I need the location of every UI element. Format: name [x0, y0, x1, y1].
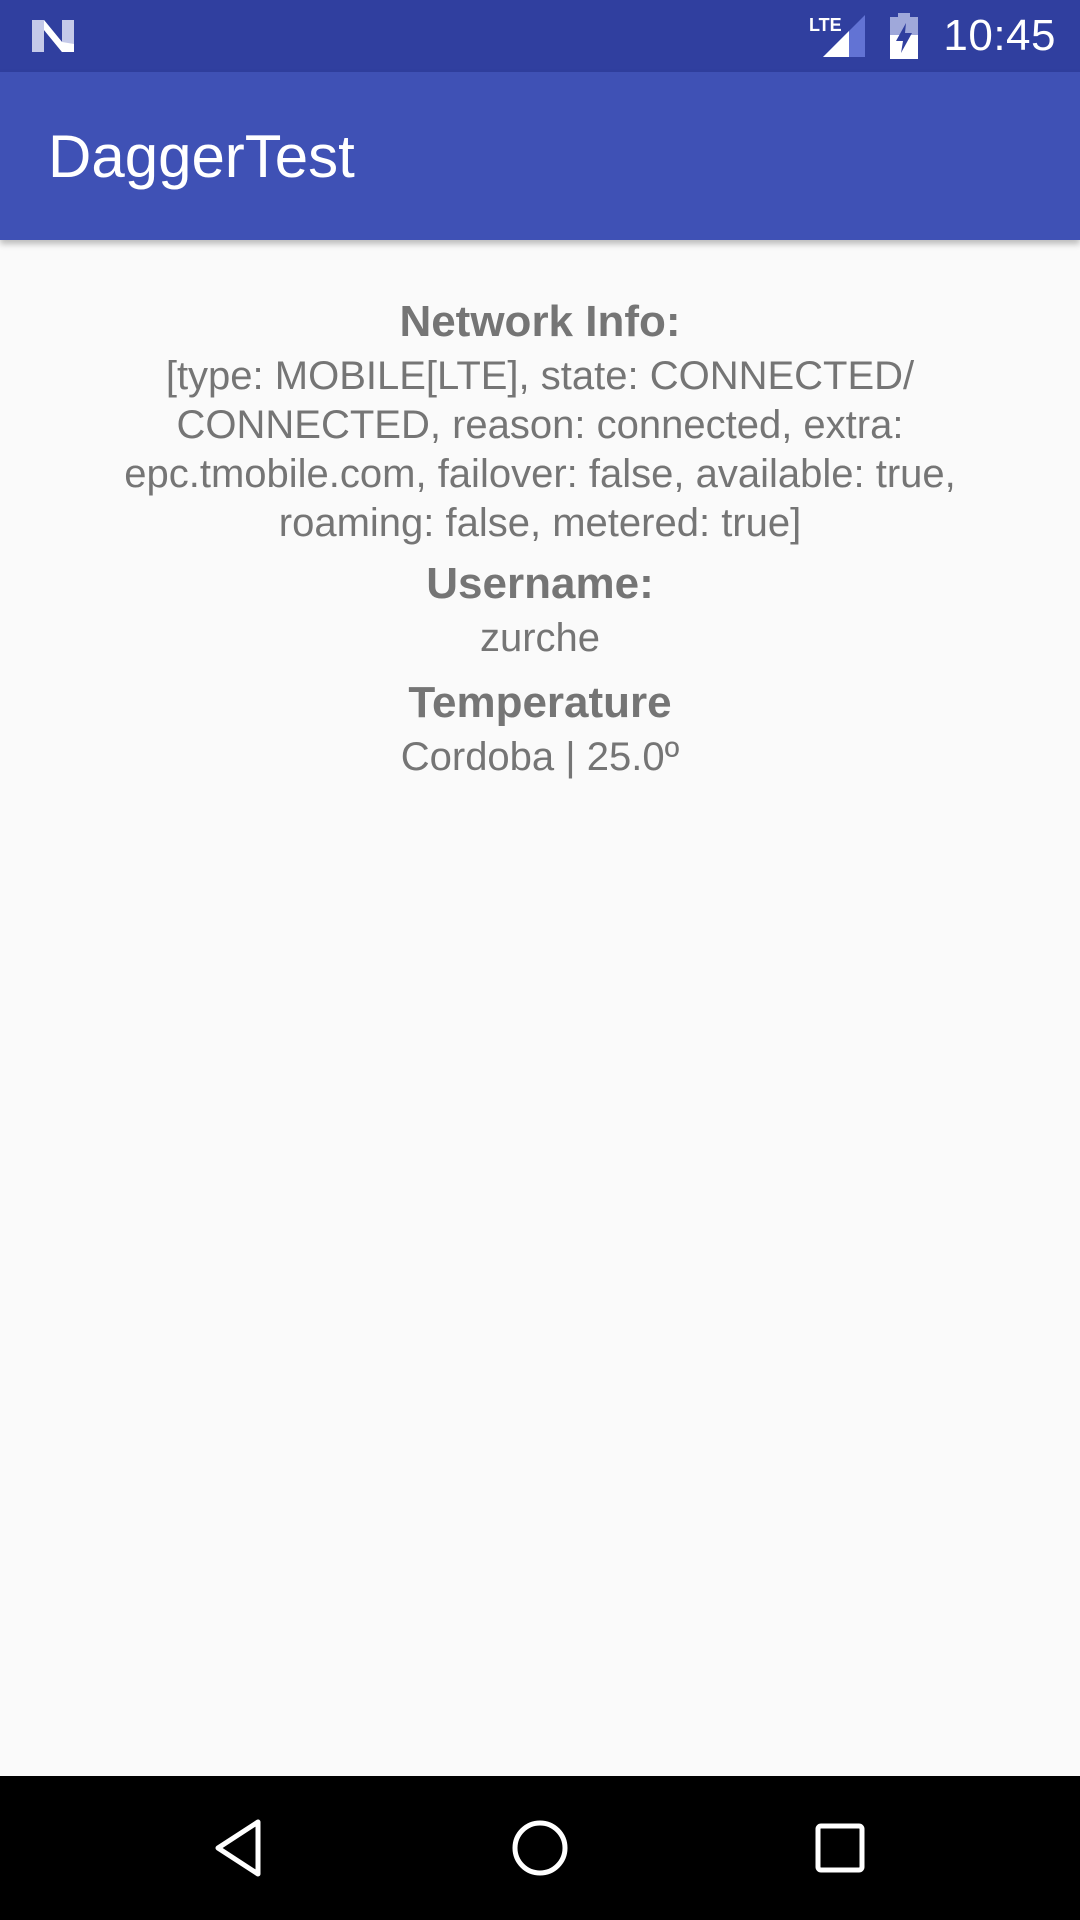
app-bar: DaggerTest: [0, 72, 1080, 240]
status-clock: 10:45: [943, 11, 1056, 60]
main-content: Network Info: [type: MOBILE[LTE], state:…: [0, 240, 1080, 1776]
username-value: zurche: [479, 616, 601, 660]
status-icons: LTE 10:45: [809, 0, 1056, 72]
recents-icon[interactable]: [804, 1812, 876, 1884]
battery-charging-icon: [890, 13, 919, 59]
navigation-bar: [0, 1776, 1080, 1920]
temperature-label: Temperature: [408, 678, 672, 727]
network-info-label: Network Info:: [399, 297, 681, 346]
back-icon[interactable]: [204, 1812, 276, 1884]
username-label: Username:: [426, 559, 654, 608]
android-n-logo-icon: [32, 20, 74, 52]
lte-signal-icon: LTE: [809, 15, 866, 57]
temperature-value: Cordoba | 25.0º: [400, 735, 680, 779]
status-bar: LTE 10:45: [0, 0, 1080, 72]
network-type-label: LTE: [809, 15, 842, 35]
home-icon[interactable]: [504, 1812, 576, 1884]
network-info-value: [type: MOBILE[LTE], state: CONNECTED/ CO…: [124, 354, 956, 545]
app-title: DaggerTest: [48, 123, 355, 190]
